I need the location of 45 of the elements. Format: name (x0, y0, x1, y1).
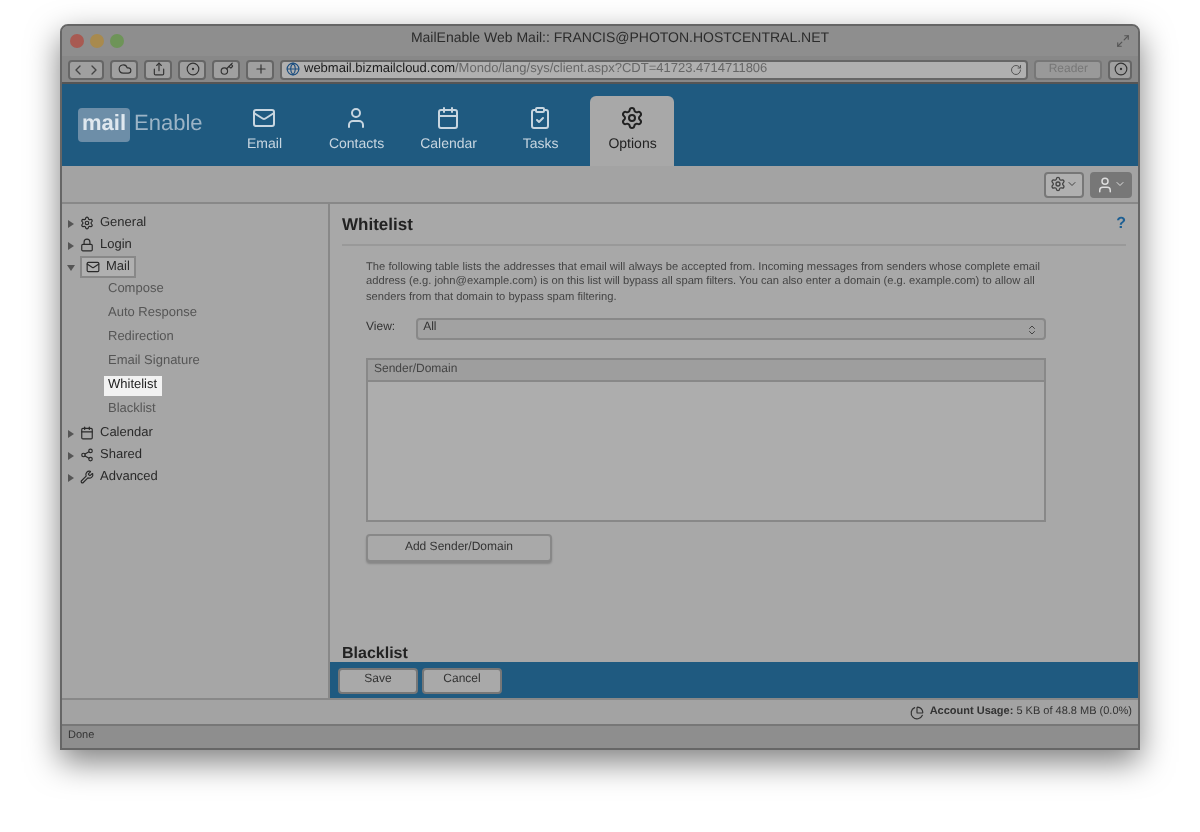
calendar-icon (80, 426, 94, 440)
gear-icon (80, 216, 94, 230)
caret-icon (1114, 178, 1126, 190)
person-icon (1096, 175, 1114, 193)
extension-button[interactable] (178, 59, 206, 79)
share-button[interactable] (144, 59, 172, 79)
extension-button[interactable] (1108, 59, 1132, 79)
back-icon (70, 61, 86, 77)
share-icon (80, 448, 94, 462)
expand-arrow-icon[interactable] (68, 219, 74, 227)
expand-arrow-icon[interactable] (68, 241, 74, 249)
key-button[interactable] (212, 59, 240, 79)
help-link[interactable]: ? (1116, 212, 1126, 237)
cloud-icon (117, 62, 131, 76)
fullscreen-icon[interactable] (1116, 34, 1130, 48)
settings-icon (1050, 176, 1066, 192)
logo: mail Enable (78, 108, 203, 142)
cloud-button[interactable] (110, 59, 138, 79)
tools-icon (80, 470, 94, 484)
key-icon (219, 62, 233, 76)
caret-icon (1066, 178, 1078, 190)
clipboard-icon (528, 105, 553, 130)
person-icon (344, 105, 369, 130)
pie-icon (909, 705, 924, 719)
section-heading: Blacklist (342, 644, 410, 662)
forward-icon (86, 61, 102, 77)
lock-icon (80, 238, 94, 252)
circle-icon (1113, 62, 1127, 76)
plus-icon (253, 62, 267, 76)
gear-icon (620, 105, 645, 130)
globe-icon (286, 62, 300, 76)
envelope-icon (86, 260, 100, 274)
expand-arrow-icon[interactable] (68, 429, 74, 437)
circle-icon (185, 62, 199, 76)
settings-menu-button[interactable] (1044, 171, 1084, 197)
user-menu-button[interactable] (1090, 171, 1132, 197)
reload-icon[interactable] (1010, 63, 1023, 75)
expand-arrow-icon[interactable] (68, 473, 74, 481)
panel-title: Whitelist (342, 212, 413, 238)
calendar-icon (436, 105, 461, 130)
share-icon (151, 62, 165, 76)
envelope-icon (252, 105, 277, 130)
back-forward-button[interactable] (68, 59, 104, 79)
add-button[interactable] (246, 59, 274, 79)
expand-arrow-icon[interactable] (68, 451, 74, 459)
